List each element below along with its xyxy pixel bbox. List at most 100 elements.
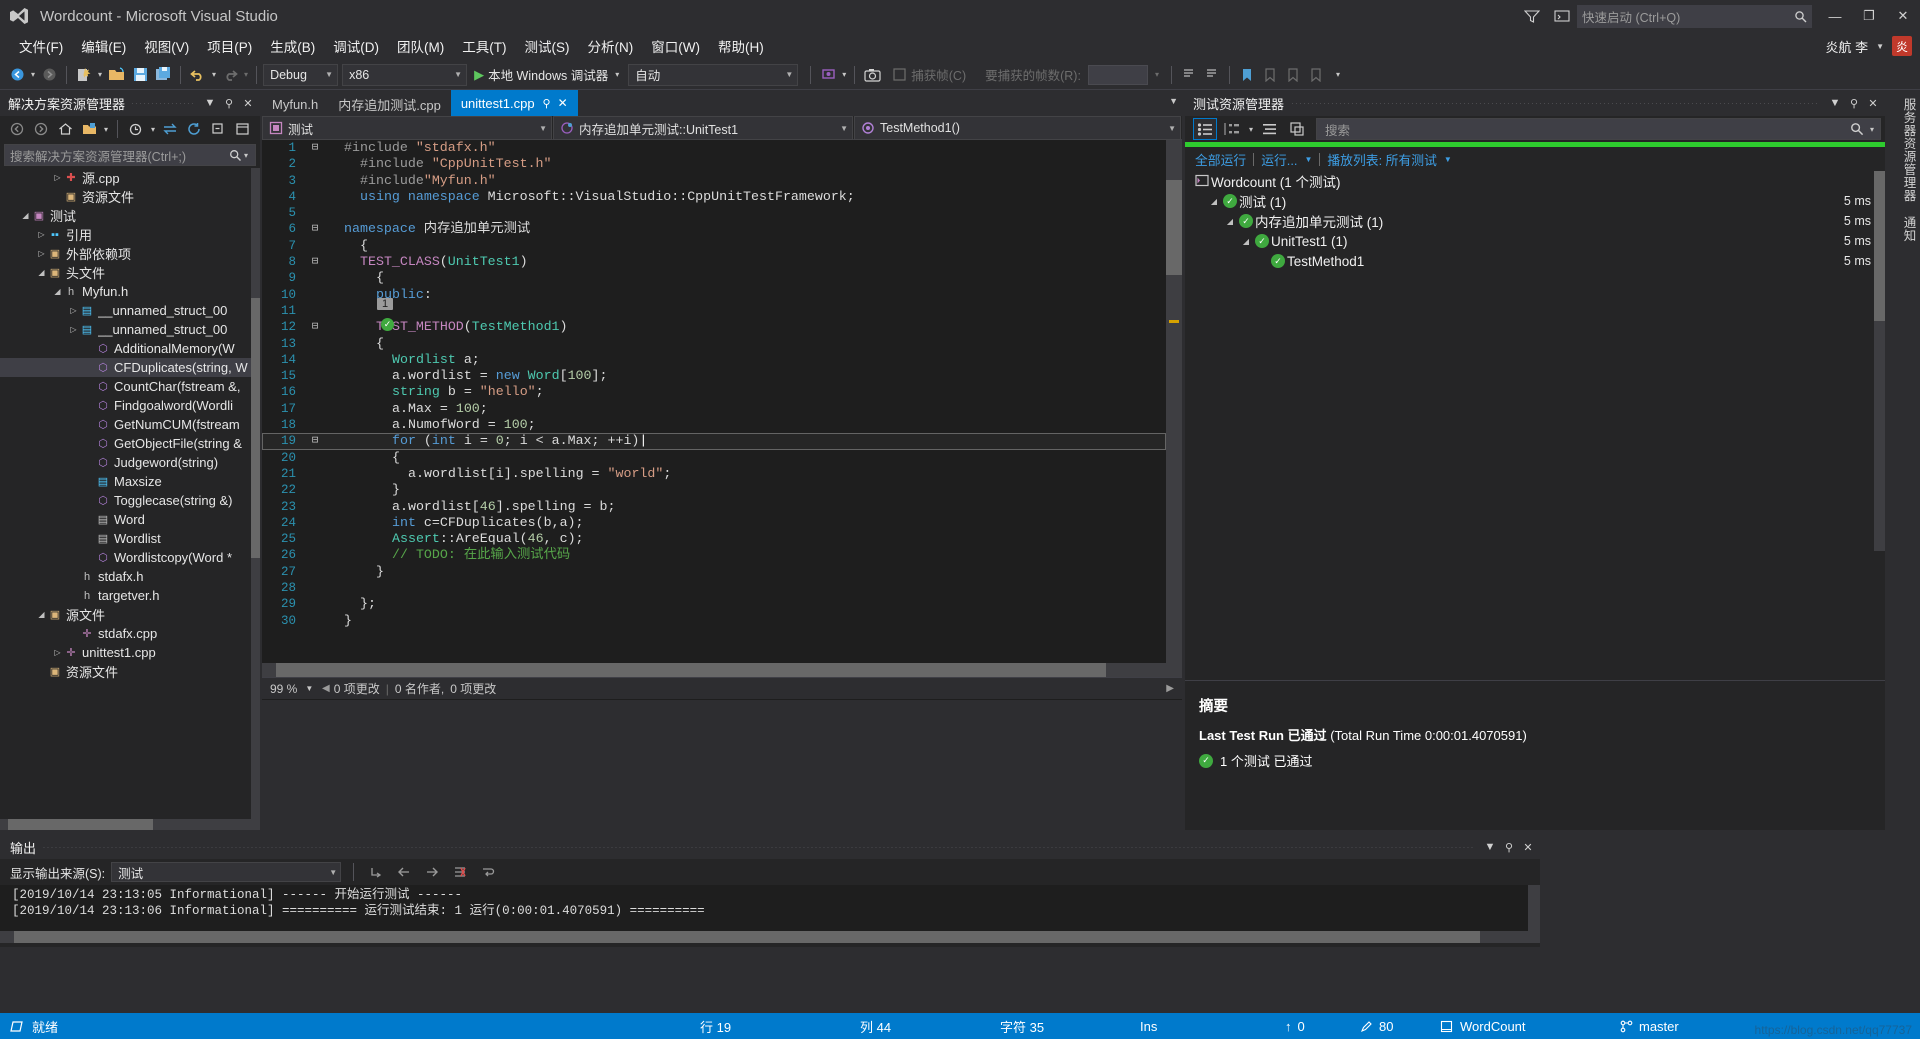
expanded-arrow-icon[interactable]: ◢ xyxy=(52,282,63,301)
output-vscrollbar[interactable] xyxy=(1528,885,1540,931)
pin-icon[interactable]: ⚲ xyxy=(543,97,551,110)
code-line[interactable]: 4 using namespace Microsoft::VisualStudio… xyxy=(262,189,1166,205)
code-line[interactable]: 29}; xyxy=(262,596,1166,612)
menu-item-analyze[interactable]: 分析(N) xyxy=(579,32,643,60)
list-view-icon[interactable] xyxy=(1193,118,1217,140)
pin-icon[interactable]: ⚲ xyxy=(221,92,237,114)
home-icon[interactable] xyxy=(54,118,76,140)
menu-item-team[interactable]: 团队(M) xyxy=(388,32,453,60)
code-line[interactable]: 5 xyxy=(262,205,1166,221)
code-line[interactable]: 12 ⊟ TEST_METHOD(TestMethod1) xyxy=(262,319,1166,335)
next-change-icon[interactable]: ▶ xyxy=(1166,683,1174,694)
test-tree-scrollbar[interactable] xyxy=(1874,171,1885,551)
solution-tree-scrollbar[interactable] xyxy=(251,168,260,819)
start-debug-label[interactable]: 本地 Windows 调试器 xyxy=(488,65,608,84)
chevron-down-icon[interactable]: ▾ xyxy=(102,125,110,134)
solution-search-input[interactable]: 搜索解决方案资源管理器(Ctrl+;) ▾ xyxy=(4,144,256,166)
solution-tree-item[interactable]: ◢ h Myfun.h xyxy=(0,282,260,301)
solution-tree-item[interactable]: ⬡ Togglecase(string &) xyxy=(0,491,260,510)
code-line[interactable]: 2 #include "CppUnitTest.h" xyxy=(262,156,1166,172)
code-line[interactable]: 11 xyxy=(262,303,1166,319)
feedback-icon[interactable] xyxy=(1517,9,1547,23)
navbar-scope-dropdown[interactable]: 内存追加单元测试::UnitTest1 ▼ xyxy=(553,116,853,140)
chevron-down-icon[interactable]: ▾ xyxy=(242,151,250,160)
close-button[interactable]: ✕ xyxy=(1886,0,1920,32)
solution-tree-item[interactable]: ▣ 资源文件 xyxy=(0,662,260,681)
code-line[interactable]: 21 a.wordlist[i].spelling = "world"; xyxy=(262,466,1166,482)
test-root-row[interactable]: Wordcount (1 个测试) xyxy=(1185,171,1885,191)
code-line[interactable]: 16 string b = "hello"; xyxy=(262,384,1166,400)
chevron-down-icon[interactable]: ▼ xyxy=(202,92,218,114)
code-line[interactable]: 14 Wordlist a; xyxy=(262,352,1166,368)
code-line[interactable]: 9{ xyxy=(262,270,1166,286)
code-line[interactable]: 30} xyxy=(262,613,1166,629)
close-icon[interactable]: ✕ xyxy=(1520,836,1536,858)
status-pending-changes[interactable]: 80 xyxy=(1360,1019,1393,1034)
camera-icon[interactable] xyxy=(861,63,884,87)
maximize-button[interactable]: ❐ xyxy=(1852,0,1886,32)
menu-item-file[interactable]: 文件(F) xyxy=(10,32,72,60)
solution-tree-item[interactable]: ▤ Word xyxy=(0,510,260,529)
undo-icon[interactable] xyxy=(187,63,209,87)
scrollbar-thumb[interactable] xyxy=(251,298,260,558)
sort-icon[interactable] xyxy=(1258,118,1282,140)
collapsed-arrow-icon[interactable]: ▷ xyxy=(68,301,79,320)
collapsed-arrow-icon[interactable]: ▷ xyxy=(36,244,47,263)
save-all-icon[interactable] xyxy=(152,63,174,87)
user-account-area[interactable]: 炎航 李 ▼ 炎 xyxy=(1825,32,1912,60)
code-line[interactable]: 15 a.wordlist = new Word[100]; xyxy=(262,368,1166,384)
start-debug-icon[interactable]: ▶ xyxy=(474,67,484,83)
chevron-down-icon[interactable]: ▼ xyxy=(1482,836,1498,858)
code-line[interactable]: 28 xyxy=(262,580,1166,596)
menu-item-build[interactable]: 生成(B) xyxy=(261,32,324,60)
expanded-arrow-icon[interactable]: ◢ xyxy=(36,263,47,282)
solution-tree-item[interactable]: ▤ Wordlist xyxy=(0,529,260,548)
close-icon[interactable]: ✕ xyxy=(558,96,568,110)
debug-type-dropdown[interactable]: 自动 ▼ xyxy=(628,63,799,86)
solution-tree-item[interactable]: ⬡ Judgeword(string) xyxy=(0,453,260,472)
collapse-all-icon[interactable] xyxy=(207,118,229,140)
test-row[interactable]: ◢ ✓ 测试 (1) 5 ms xyxy=(1185,191,1885,211)
test-tree[interactable]: Wordcount (1 个测试) ◢ ✓ 测试 (1) 5 ms ◢ ✓ 内存追加单元测试… xyxy=(1185,171,1885,551)
solution-tree-item[interactable]: ⬡ GetNumCUM(fstream xyxy=(0,415,260,434)
solution-tree-item[interactable]: ⬡ Wordlistcopy(Word * xyxy=(0,548,260,567)
attach-process-icon[interactable] xyxy=(817,63,839,87)
menu-item-window[interactable]: 窗口(W) xyxy=(642,32,709,60)
chevron-down-icon[interactable]: ▼ xyxy=(1304,155,1312,164)
fold-toggle-icon[interactable]: ⊟ xyxy=(308,433,322,449)
chevron-down-icon[interactable]: ▾ xyxy=(613,70,621,79)
previous-message-icon[interactable] xyxy=(393,862,415,882)
menu-item-tools[interactable]: 工具(T) xyxy=(453,32,515,60)
show-all-files-icon[interactable] xyxy=(78,118,100,140)
menu-item-view[interactable]: 视图(V) xyxy=(135,32,198,60)
solution-tree-item[interactable]: ⬡ CountChar(fstream &, xyxy=(0,377,260,396)
menu-item-project[interactable]: 项目(P) xyxy=(198,32,261,60)
fold-toggle-icon[interactable]: ⊟ xyxy=(308,254,322,270)
quick-launch-input[interactable]: 快速启动 (Ctrl+Q) xyxy=(1577,4,1812,28)
solution-tree-item[interactable]: ▷ ▤ __unnamed_struct_00 xyxy=(0,320,260,339)
tab-notifications[interactable]: 通知 xyxy=(1900,216,1919,242)
code-coverage-badge[interactable]: 1 xyxy=(377,298,394,310)
code-line[interactable]: 17 a.Max = 100; xyxy=(262,401,1166,417)
expanded-arrow-icon[interactable]: ◢ xyxy=(1207,197,1221,206)
code-line[interactable]: 13 { xyxy=(262,336,1166,352)
chevron-down-icon[interactable]: ▼ xyxy=(1444,155,1452,164)
test-search-input[interactable]: 搜索 ▾ xyxy=(1316,118,1881,140)
collapsed-arrow-icon[interactable]: ▷ xyxy=(52,168,63,187)
solution-tree-item[interactable]: ⬡ GetObjectFile(string & xyxy=(0,434,260,453)
back-icon[interactable] xyxy=(6,118,28,140)
toolbar-overflow-icon[interactable]: ▾ xyxy=(1334,70,1342,79)
pending-changes-icon[interactable] xyxy=(125,118,147,140)
solution-tree-item[interactable]: ⬡ Findgoalword(Wordli xyxy=(0,396,260,415)
minimize-button[interactable]: — xyxy=(1818,0,1852,32)
scrollbar-thumb[interactable] xyxy=(8,819,153,830)
sync-views-icon[interactable] xyxy=(159,118,181,140)
solution-tree[interactable]: ▷ ✚ 源.cpp ▣ 资源文件 ◢ ▣ 测试 ▷ ▪▪ 引用 ▷ ▣ 外部依赖项 ◢ ▣ 头文件 ◢ h Myfun… xyxy=(0,168,260,819)
close-icon[interactable]: ✕ xyxy=(240,92,256,114)
scrollbar-thumb[interactable] xyxy=(1166,180,1182,275)
playlist-link[interactable]: 播放列表: 所有测试 xyxy=(1327,150,1437,169)
code-line[interactable]: 25 Assert::AreEqual(46, c); xyxy=(262,531,1166,547)
scrollbar-thumb[interactable] xyxy=(1874,171,1885,321)
solution-tree-item[interactable]: h targetver.h xyxy=(0,586,260,605)
expanded-arrow-icon[interactable]: ◢ xyxy=(1223,217,1237,226)
